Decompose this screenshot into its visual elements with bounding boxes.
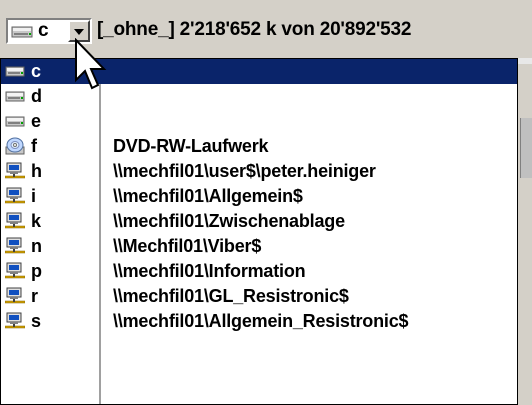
of-word: von [281, 19, 315, 40]
drive-letter: s [31, 311, 42, 331]
drive-item-i[interactable]: i \\mechfil01\Allgemein$ [1, 184, 517, 209]
hard-drive-icon [5, 112, 25, 130]
drive-path: \\mechfil01\Allgemein$ [113, 186, 303, 206]
panel-scrollbar-edge [520, 118, 532, 178]
hard-drive-icon [5, 87, 25, 105]
mouse-cursor-icon [75, 38, 107, 90]
drive-item-k[interactable]: k \\mechfil01\Zwischenablage [1, 209, 517, 234]
total-space: 20'892'532 [319, 19, 412, 40]
drive-letter: r [31, 286, 39, 306]
drive-item-f[interactable]: f DVD-RW-Laufwerk [1, 134, 517, 159]
screen: c [_ohne_] 2'218'652 k von 20'892'532 cd… [0, 0, 532, 405]
chevron-down-icon [74, 29, 84, 35]
drive-item-r[interactable]: r \\mechfil01\GL_Resistronic$ [1, 284, 517, 309]
drive-path: DVD-RW-Laufwerk [113, 136, 269, 156]
network-drive-icon [4, 237, 26, 255]
network-drive-icon [4, 312, 26, 330]
drive-letter: k [31, 211, 42, 231]
hard-drive-icon [5, 62, 25, 80]
drive-letter: f [31, 136, 37, 156]
network-drive-icon [4, 187, 26, 205]
drive-letter: d [31, 86, 42, 106]
drive-letter: p [31, 261, 42, 281]
free-space: 2'218'652 k [179, 19, 277, 40]
selected-drive-letter: c [38, 20, 49, 41]
network-drive-icon [4, 262, 26, 280]
volume-label: [_ohne_] [97, 19, 175, 40]
drive-path: \\Mechfil01\Viber$ [113, 236, 262, 256]
drive-letter: c [31, 61, 42, 81]
drive-item-e[interactable]: e [1, 109, 517, 134]
drive-item-s[interactable]: s \\mechfil01\Allgemein_Resistronic$ [1, 309, 517, 334]
drive-letter: n [31, 236, 42, 256]
drive-path: \\mechfil01\Zwischenablage [113, 211, 345, 231]
drive-letter: i [31, 186, 37, 206]
optical-drive-icon [5, 137, 25, 155]
drive-path: \\mechfil01\Allgemein_Resistronic$ [113, 311, 409, 331]
drive-letter: h [31, 161, 42, 181]
volume-info: [_ohne_] 2'218'652 k von 20'892'532 [97, 18, 411, 42]
drive-path: \\mechfil01\user$\peter.heiniger [113, 161, 376, 181]
drive-path: \\mechfil01\GL_Resistronic$ [113, 286, 349, 306]
network-drive-icon [4, 162, 26, 180]
drive-item-p[interactable]: p \\mechfil01\Information [1, 259, 517, 284]
hard-drive-icon [11, 24, 33, 45]
drive-item-n[interactable]: n \\Mechfil01\Viber$ [1, 234, 517, 259]
network-drive-icon [4, 287, 26, 305]
network-drive-icon [4, 212, 26, 230]
drive-path: \\mechfil01\Information [113, 261, 306, 281]
drive-letter: e [31, 111, 42, 131]
drive-dropdown-list[interactable]: c d e f DVD-RW-Laufwerk h \\mechfil01\user$\pe… [0, 58, 518, 405]
drive-item-h[interactable]: h \\mechfil01\user$\peter.heiniger [1, 159, 517, 184]
